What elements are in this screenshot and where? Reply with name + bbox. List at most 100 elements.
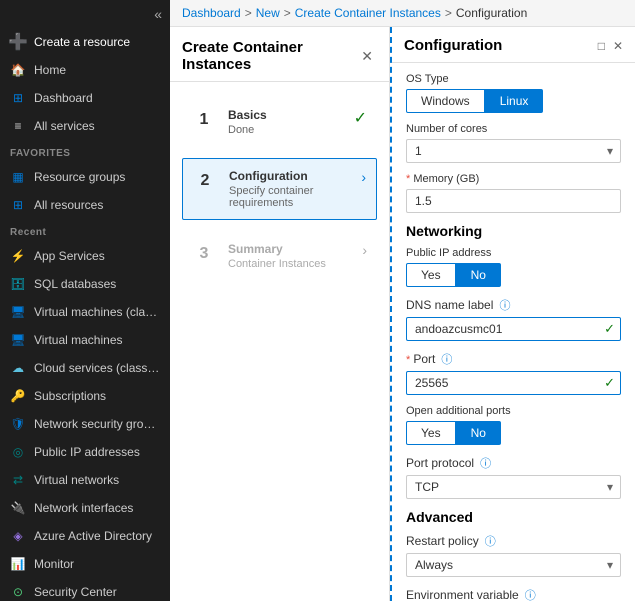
sidebar-item-label: Home bbox=[34, 63, 66, 77]
additional-ports-no-button[interactable]: No bbox=[456, 421, 501, 445]
memory-label: Memory (GB) bbox=[406, 173, 621, 185]
public-ip-section: Public IP address Yes No bbox=[406, 247, 621, 287]
sidebar-item-security-center[interactable]: ⊙ Security Center bbox=[0, 578, 170, 601]
sidebar-item-label: All services bbox=[34, 119, 95, 133]
dns-input-wrapper: ✓ bbox=[406, 317, 621, 341]
cores-select-wrapper: 1 2 4 bbox=[406, 139, 621, 163]
sidebar-section-recent: Recent bbox=[0, 219, 170, 242]
memory-input[interactable] bbox=[406, 189, 621, 213]
step-3[interactable]: 3 Summary Container Instances › bbox=[182, 232, 377, 280]
sidebar-item-label: Dashboard bbox=[34, 91, 93, 105]
step-1-title: Basics bbox=[228, 108, 342, 122]
dns-label-label: DNS name label ⓘ bbox=[406, 297, 621, 313]
sidebar-item-home[interactable]: 🏠 Home bbox=[0, 56, 170, 84]
dns-info-icon[interactable]: ⓘ bbox=[499, 300, 510, 312]
restart-policy-select[interactable]: Always On failure Never bbox=[406, 553, 621, 577]
wizard-steps: 1 Basics Done ✓ 2 Configuration Specify … bbox=[170, 82, 389, 296]
step-2[interactable]: 2 Configuration Specify container requir… bbox=[182, 158, 377, 220]
sidebar-item-public-ip[interactable]: ◎ Public IP addresses bbox=[0, 438, 170, 466]
configuration-form: OS Type Windows Linux Number of cores 1 … bbox=[392, 63, 635, 601]
public-ip-no-button[interactable]: No bbox=[456, 263, 501, 287]
additional-ports-label: Open additional ports bbox=[406, 405, 621, 417]
public-ip-label: Public IP address bbox=[406, 247, 621, 259]
restart-policy-info-icon[interactable]: ⓘ bbox=[485, 536, 496, 548]
sidebar-item-network-security-groups[interactable]: 🛡 Network security groups bbox=[0, 410, 170, 438]
cores-select[interactable]: 1 2 4 bbox=[406, 139, 621, 163]
sidebar-item-label: App Services bbox=[34, 249, 105, 263]
list-icon: ≡ bbox=[10, 118, 26, 134]
plus-icon: ➕ bbox=[10, 34, 26, 50]
additional-ports-yes-button[interactable]: Yes bbox=[406, 421, 456, 445]
sidebar-item-subscriptions[interactable]: 🔑 Subscriptions bbox=[0, 382, 170, 410]
port-info-icon[interactable]: ⓘ bbox=[441, 354, 452, 366]
sidebar-item-sql-databases[interactable]: 🗄 SQL databases bbox=[0, 270, 170, 298]
nic-icon: 🔌 bbox=[10, 500, 26, 516]
env-variable-info-icon[interactable]: ⓘ bbox=[525, 590, 536, 601]
dns-check-icon: ✓ bbox=[604, 321, 615, 337]
sidebar-item-label: Subscriptions bbox=[34, 389, 106, 403]
aad-icon: ◈ bbox=[10, 528, 26, 544]
os-type-linux-button[interactable]: Linux bbox=[485, 89, 544, 113]
sidebar-item-label: Cloud services (classic) bbox=[34, 361, 160, 375]
minimize-button[interactable]: □ bbox=[598, 39, 605, 53]
breadcrumb-item-dashboard[interactable]: Dashboard bbox=[182, 6, 241, 20]
port-protocol-info-icon[interactable]: ⓘ bbox=[480, 458, 491, 470]
port-protocol-section: Port protocol ⓘ TCP UDP bbox=[406, 455, 621, 499]
all-resources-icon: ⊞ bbox=[10, 197, 26, 213]
sql-icon: 🗄 bbox=[10, 276, 26, 292]
sidebar-item-azure-active-directory[interactable]: ◈ Azure Active Directory bbox=[0, 522, 170, 550]
os-type-windows-button[interactable]: Windows bbox=[406, 89, 485, 113]
sidebar-item-label: Create a resource bbox=[34, 35, 130, 49]
port-input[interactable] bbox=[406, 371, 621, 395]
sidebar-item-label: Network interfaces bbox=[34, 501, 133, 515]
sidebar-item-network-interfaces[interactable]: 🔌 Network interfaces bbox=[0, 494, 170, 522]
sidebar-item-dashboard[interactable]: ⊞ Dashboard bbox=[0, 84, 170, 112]
sidebar-item-all-services[interactable]: ≡ All services bbox=[0, 112, 170, 140]
sidebar-item-app-services[interactable]: ⚡ App Services bbox=[0, 242, 170, 270]
main-content: Dashboard > New > Create Container Insta… bbox=[170, 0, 635, 601]
step-1-check: ✓ bbox=[354, 108, 367, 128]
public-ip-yes-button[interactable]: Yes bbox=[406, 263, 456, 287]
breadcrumb-item-create-container-instances[interactable]: Create Container Instances bbox=[295, 6, 441, 20]
sidebar-item-virtual-machines[interactable]: 🖥 Virtual machines bbox=[0, 326, 170, 354]
dns-input[interactable] bbox=[406, 317, 621, 341]
port-label: Port ⓘ bbox=[406, 351, 621, 367]
sidebar-item-resource-groups[interactable]: ▦ Resource groups bbox=[0, 163, 170, 191]
networking-title: Networking bbox=[406, 223, 621, 239]
sidebar-item-label: Virtual machines bbox=[34, 333, 123, 347]
left-panel-title: Create Container Instances bbox=[182, 39, 357, 73]
public-ip-icon: ◎ bbox=[10, 444, 26, 460]
step-1[interactable]: 1 Basics Done ✓ bbox=[182, 98, 377, 146]
sidebar-item-monitor[interactable]: 📊 Monitor bbox=[0, 550, 170, 578]
sidebar-item-virtual-machines-classic[interactable]: 🖥 Virtual machines (classic) bbox=[0, 298, 170, 326]
sidebar-item-cloud-services-classic[interactable]: ☁ Cloud services (classic) bbox=[0, 354, 170, 382]
close-button[interactable]: ✕ bbox=[613, 39, 623, 53]
sidebar-item-create-resource[interactable]: ➕ Create a resource bbox=[0, 28, 170, 56]
sidebar-item-label: Virtual machines (classic) bbox=[34, 305, 160, 319]
step-3-number: 3 bbox=[192, 242, 216, 266]
sidebar-item-label: Monitor bbox=[34, 557, 74, 571]
additional-ports-section: Open additional ports Yes No bbox=[406, 405, 621, 445]
breadcrumb-separator: > bbox=[284, 6, 291, 20]
step-1-subtitle: Done bbox=[228, 124, 342, 136]
close-button[interactable]: ✕ bbox=[357, 46, 377, 67]
right-panel-header: Configuration □ ✕ bbox=[392, 27, 635, 63]
env-variable-section: Environment variable ⓘ ✓ bbox=[406, 587, 621, 601]
cloud-icon: ☁ bbox=[10, 360, 26, 376]
sidebar-item-label: Azure Active Directory bbox=[34, 529, 152, 543]
vm-icon: 🖥 bbox=[10, 332, 26, 348]
step-2-info: Configuration Specify container requirem… bbox=[229, 169, 349, 209]
sidebar-item-label: All resources bbox=[34, 198, 103, 212]
port-protocol-select[interactable]: TCP UDP bbox=[406, 475, 621, 499]
resource-groups-icon: ▦ bbox=[10, 169, 26, 185]
sidebar-collapse-button[interactable]: « bbox=[0, 0, 170, 28]
sidebar-item-all-resources[interactable]: ⊞ All resources bbox=[0, 191, 170, 219]
port-protocol-label: Port protocol ⓘ bbox=[406, 455, 621, 471]
restart-policy-section: Restart policy ⓘ Always On failure Never bbox=[406, 533, 621, 577]
sidebar-item-label: Virtual networks bbox=[34, 473, 119, 487]
cores-section: Number of cores 1 2 4 bbox=[406, 123, 621, 163]
os-type-toggle: Windows Linux bbox=[406, 89, 621, 113]
public-ip-toggle: Yes No bbox=[406, 263, 621, 287]
breadcrumb-item-new[interactable]: New bbox=[256, 6, 280, 20]
sidebar-item-virtual-networks[interactable]: ⇄ Virtual networks bbox=[0, 466, 170, 494]
